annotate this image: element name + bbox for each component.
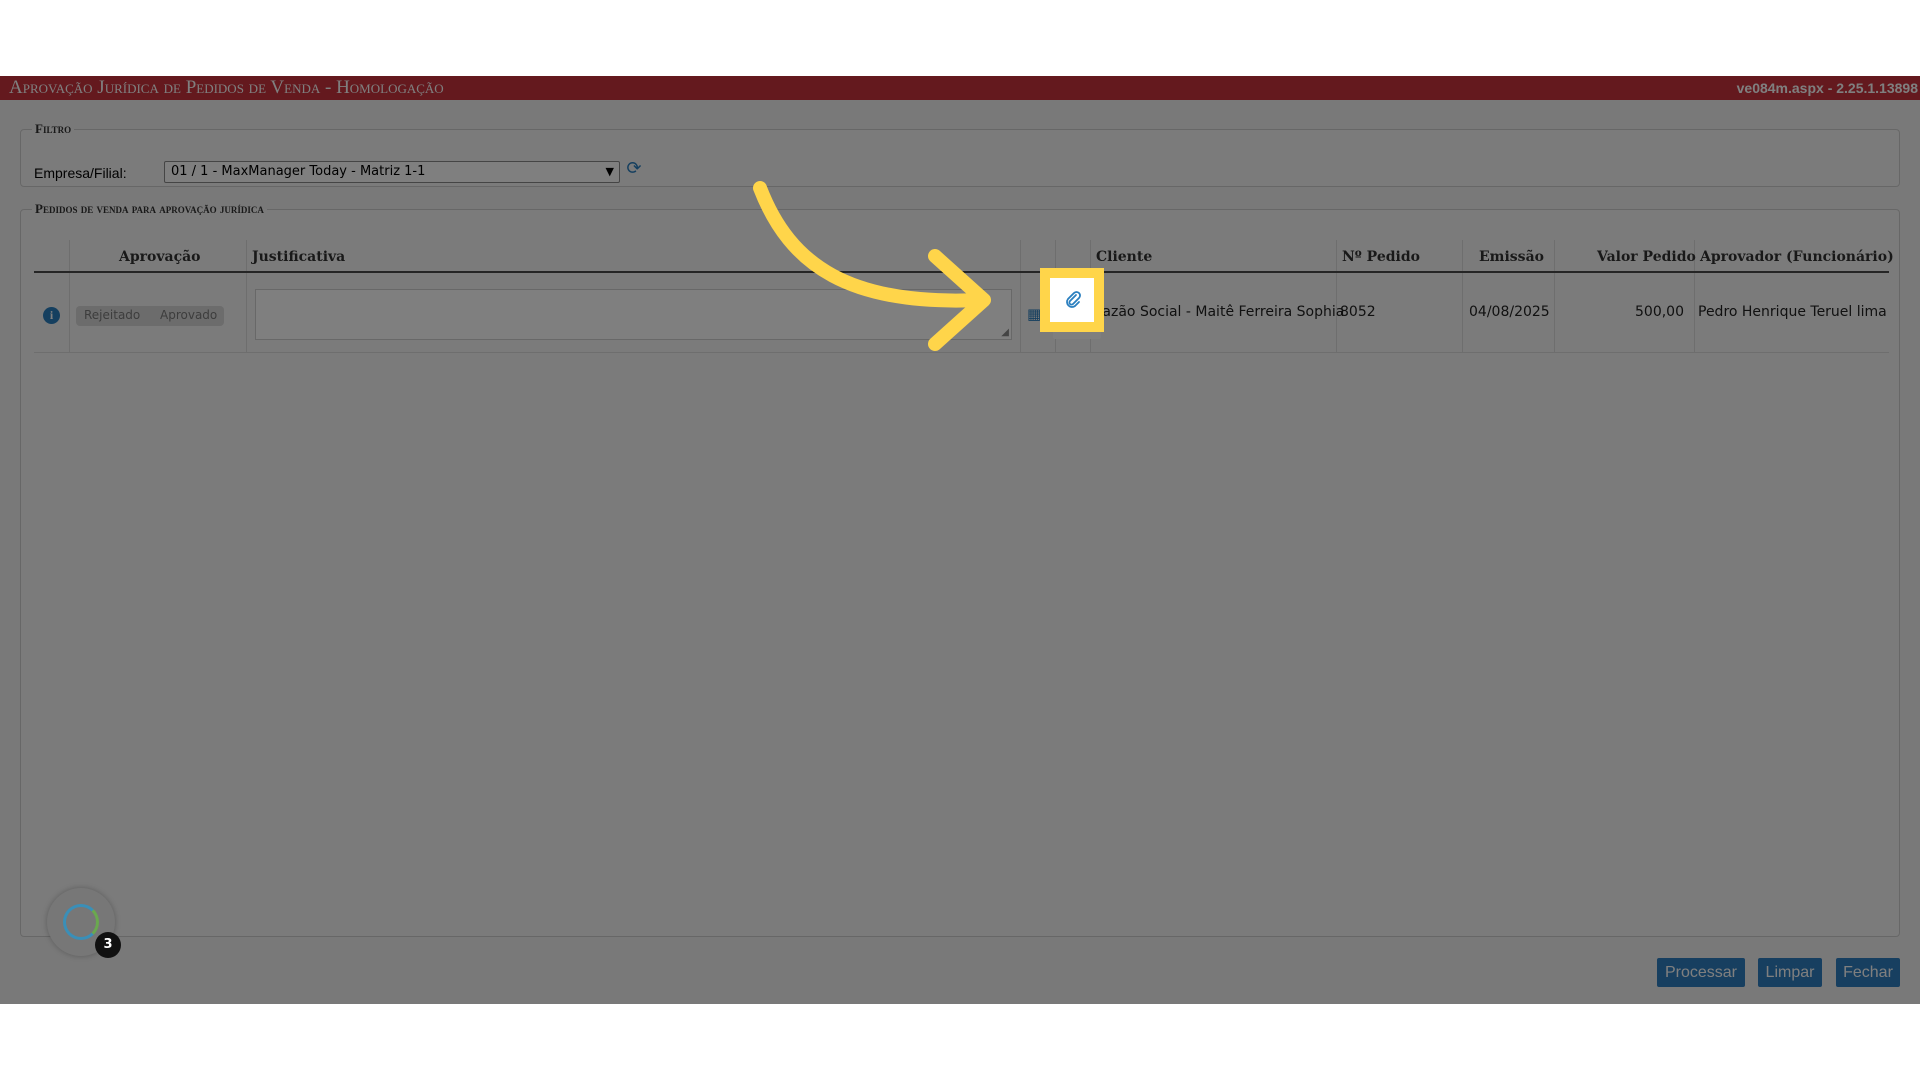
assistant-launcher[interactable]: 3 [47, 888, 121, 958]
attachment-highlight [1040, 268, 1104, 332]
paperclip-icon [1066, 291, 1081, 308]
attachment-button-highlighted[interactable] [1050, 278, 1094, 322]
notification-badge: 3 [95, 932, 121, 958]
app-window: Aprovação Jurídica de Pedidos de Venda -… [0, 76, 1920, 1004]
pointer-arrow-icon [753, 181, 991, 351]
assistant-logo-icon [63, 904, 99, 940]
